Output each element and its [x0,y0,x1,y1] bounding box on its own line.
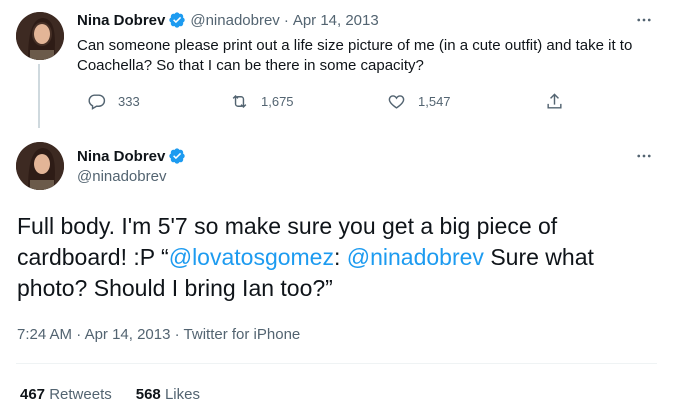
main-tweet-text: Full body. I'm 5'7 so make sure you get … [17,211,637,304]
verified-badge-icon [168,147,186,165]
tweet-text: Can someone please print out a life size… [77,37,633,74]
tweet-stats: 467 Retweets 568 Likes [20,386,224,403]
retweet-total: 467 [20,386,46,403]
retweets-stat[interactable]: 467 Retweets [20,386,112,403]
tweet-actions: 333 1,675 1,547 [77,92,577,112]
likes-stat[interactable]: 568 Likes [136,386,200,403]
tweet-date[interactable]: Apr 14, 2013 [293,12,379,29]
divider [16,363,657,364]
avatar[interactable] [16,142,64,190]
share-upload-icon [547,93,562,109]
tweet-time[interactable]: 7:24 AM [17,326,72,343]
reply-button[interactable]: 333 [87,92,140,111]
mention-link[interactable]: @ninadobrev [347,244,484,270]
reply-bubble-icon [88,94,106,110]
heart-icon [388,95,405,109]
retweet-icon [232,94,247,109]
author-name[interactable]: Nina Dobrev [77,12,165,29]
parent-tweet[interactable]: Nina Dobrev @ninadobrev · Apr 14, 2013 C… [0,0,673,130]
tweet-meta: 7:24 AM · Apr 14, 2013 · Twitter for iPh… [17,326,300,343]
tweet-date[interactable]: Apr 14, 2013 [85,326,171,343]
like-total: 568 [135,386,161,403]
separator-dot: · [72,326,85,343]
avatar[interactable] [16,12,64,60]
retweet-label: Retweets [49,386,112,403]
author-handle[interactable]: @ninadobrev [77,168,186,185]
retweet-button[interactable]: 1,675 [230,92,294,111]
more-horizontal-icon[interactable] [634,10,654,30]
separator-dot: · [283,11,289,29]
separator-dot: · [170,326,184,343]
tweet-text-segment: : [333,244,347,270]
share-button[interactable] [545,92,564,111]
verified-badge-icon [168,11,186,29]
like-button[interactable]: 1,547 [387,92,451,111]
like-count: 1,547 [418,94,451,109]
author-handle[interactable]: @ninadobrev [190,12,279,29]
retweet-count: 1,675 [261,94,294,109]
thread-connector-line [38,64,40,128]
reply-count: 333 [118,94,140,109]
tweet-source[interactable]: Twitter for iPhone [184,326,301,343]
like-label: Likes [164,386,200,403]
more-horizontal-icon[interactable] [634,146,654,166]
mention-link[interactable]: @lovatosgomez [169,244,334,270]
main-author-block[interactable]: Nina Dobrev @ninadobrev [77,146,186,185]
tweet-thread: Nina Dobrev @ninadobrev · Apr 14, 2013 C… [0,0,673,413]
author-name[interactable]: Nina Dobrev [77,148,165,165]
